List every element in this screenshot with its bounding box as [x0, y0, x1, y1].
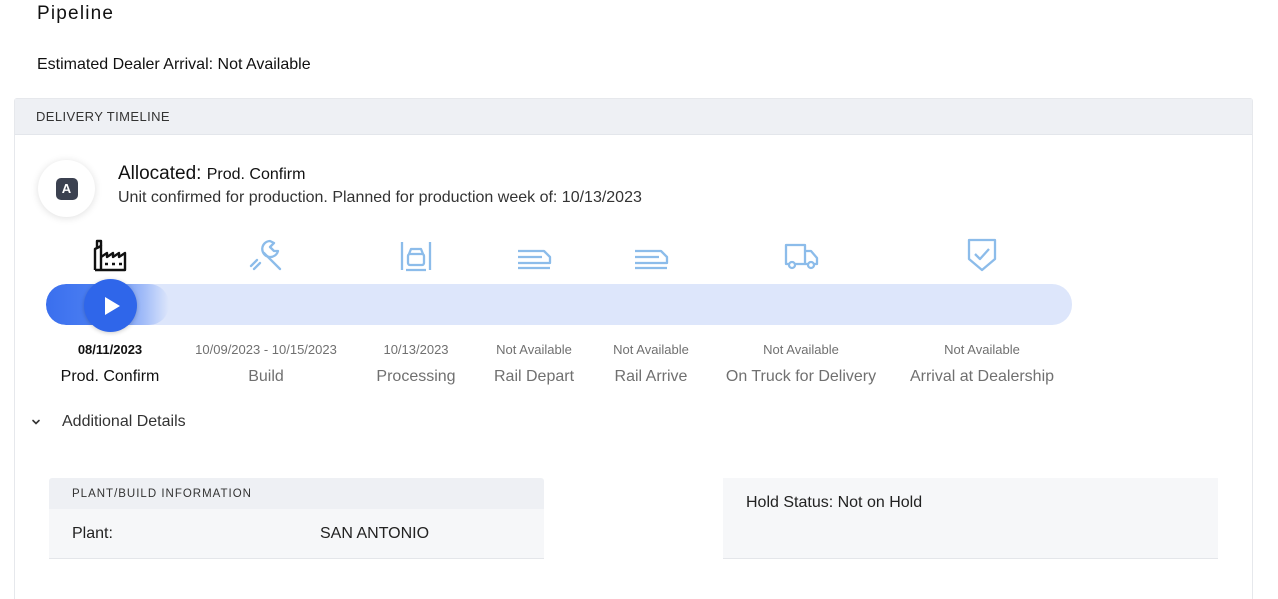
step-label-prod-confirm: Prod. Confirm: [60, 368, 160, 385]
status-sublabel: Prod. Confirm: [206, 166, 306, 183]
rail-car-icon: [633, 237, 669, 273]
play-icon: [104, 296, 120, 315]
plant-value: SAN ANTONIO: [320, 525, 430, 542]
step-label-arrival-dealership: Arrival at Dealership: [909, 368, 1055, 385]
hold-status: Hold Status: Not on Hold: [746, 494, 923, 511]
truck-icon: [783, 237, 819, 273]
step-date-rail-arrive: Not Available: [613, 342, 689, 357]
wrench-icon: [248, 237, 284, 273]
additional-details-toggle[interactable]: Additional Details: [31, 413, 186, 431]
vehicle-bay-icon: [398, 237, 434, 273]
plant-build-header: PLANT/BUILD INFORMATION: [49, 478, 544, 509]
step-date-build: 10/09/2023 - 10/15/2023: [195, 342, 337, 357]
step-date-rail-depart: Not Available: [496, 342, 572, 357]
step-date-prod-confirm: 08/11/2023: [77, 342, 143, 357]
rail-car-icon: [516, 237, 552, 273]
step-label-rail-arrive: Rail Arrive: [614, 368, 688, 385]
shield-check-icon: [964, 237, 1000, 273]
chevron-down-icon: [32, 419, 40, 425]
estimated-arrival: Estimated Dealer Arrival: Not Available: [37, 56, 311, 73]
page-title: Pipeline: [37, 3, 115, 24]
step-date-arrival-dealership: Not Available: [944, 342, 1020, 357]
timeline-play-button[interactable]: [84, 279, 137, 332]
timeline-progress-track: [46, 284, 1072, 325]
status-badge: A: [38, 160, 95, 217]
hold-status-box: Hold Status: Not on Hold: [723, 478, 1218, 559]
plant-row: Plant: SAN ANTONIO: [49, 509, 544, 559]
status-badge-letter: A: [55, 177, 78, 200]
factory-icon: [92, 237, 128, 273]
step-label-on-truck: On Truck for Delivery: [725, 368, 877, 385]
status-description: Unit confirmed for production. Planned f…: [118, 189, 642, 206]
status-heading: Allocated: Prod. Confirm: [118, 163, 305, 185]
step-label-processing: Processing: [376, 368, 456, 385]
step-date-on-truck: Not Available: [763, 342, 839, 357]
plant-build-info: PLANT/BUILD INFORMATION Plant: SAN ANTON…: [49, 478, 544, 559]
plant-key: Plant:: [72, 525, 113, 542]
status-label: Allocated:: [118, 163, 202, 184]
step-date-processing: 10/13/2023: [383, 342, 449, 357]
step-label-build: Build: [248, 368, 284, 385]
additional-details-label: Additional Details: [62, 413, 186, 430]
step-label-rail-depart: Rail Depart: [493, 368, 575, 385]
delivery-timeline-header: DELIVERY TIMELINE: [15, 99, 1252, 135]
